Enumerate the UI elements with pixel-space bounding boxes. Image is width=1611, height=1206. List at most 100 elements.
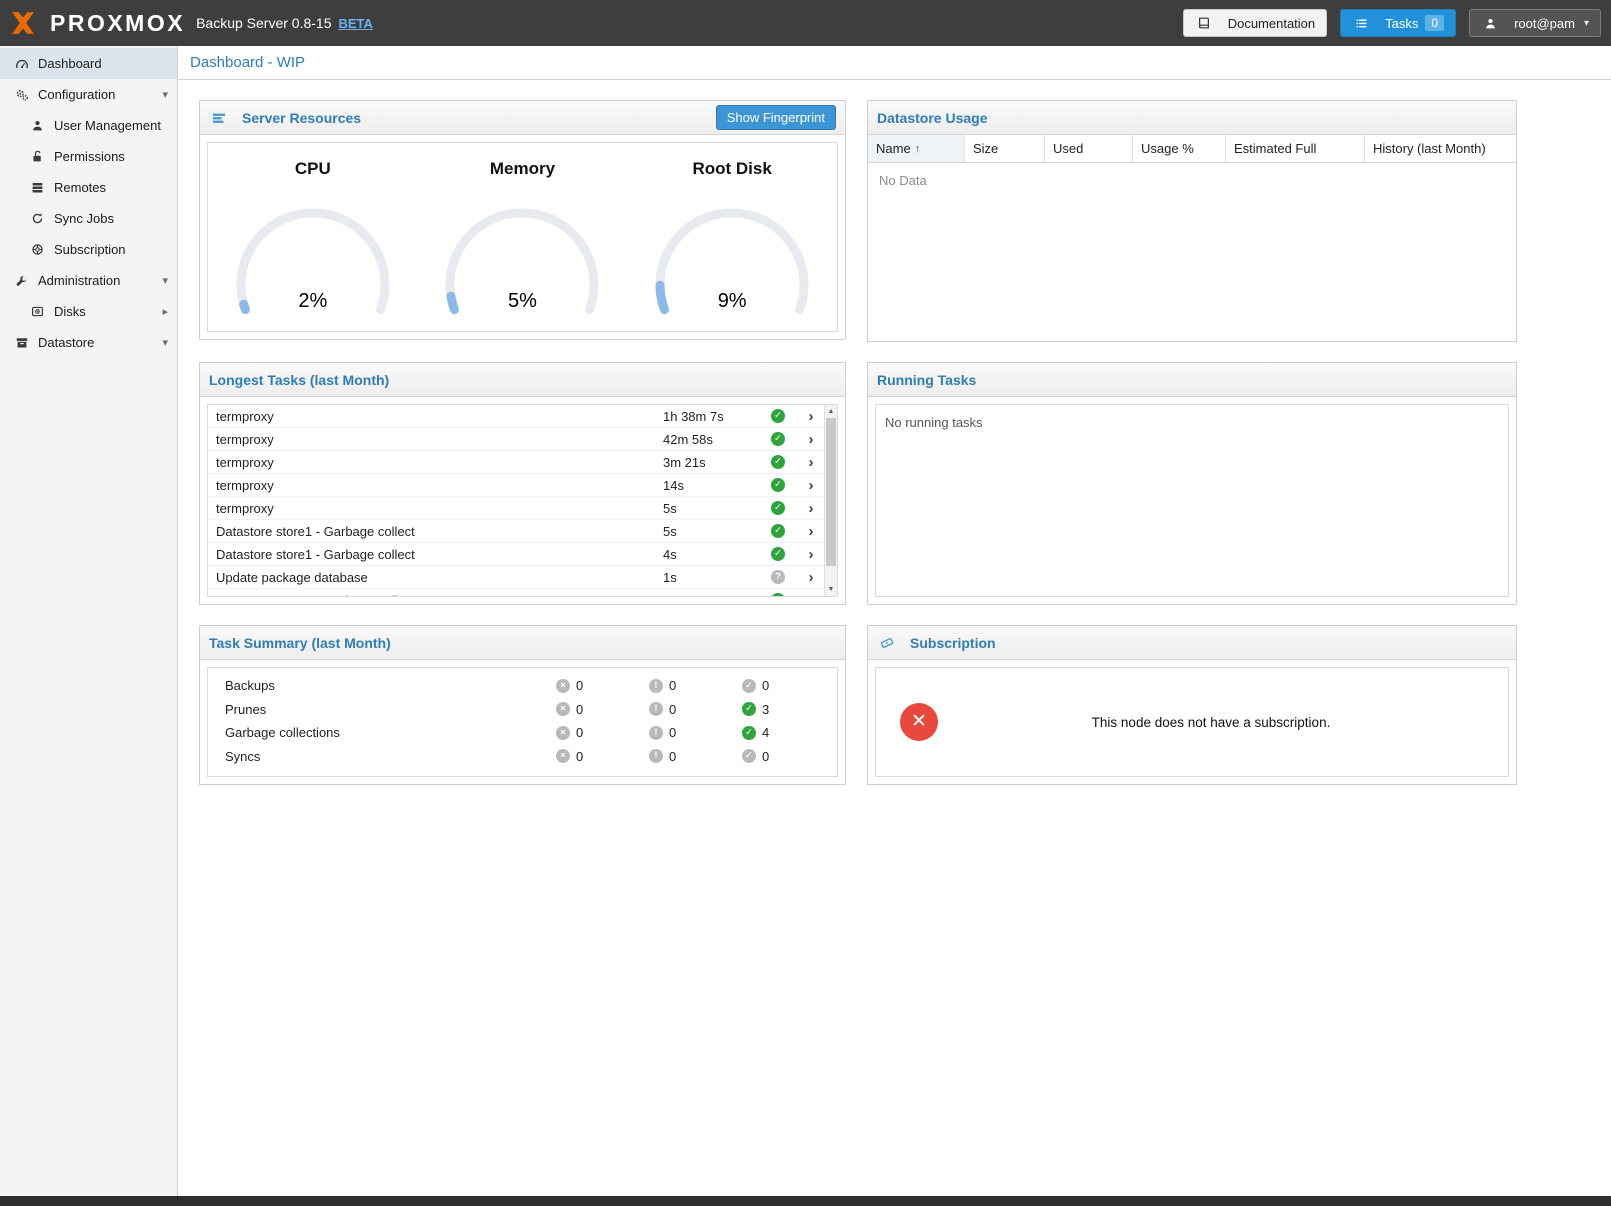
column-header-usage[interactable]: Usage % <box>1133 135 1226 162</box>
chevron-right-icon[interactable]: › <box>798 500 824 517</box>
task-summary-row[interactable]: Backups×0!0✓0 <box>208 674 837 698</box>
expander-caret-icon[interactable]: ▾ <box>162 274 168 287</box>
sidebar-item-disks[interactable]: Disks ▸ <box>0 296 177 327</box>
summary-label: Syncs <box>208 749 556 764</box>
summary-warnings: !0 <box>649 702 742 717</box>
server-icon <box>28 181 47 194</box>
memory-gauge-value: 5% <box>432 290 612 313</box>
chevron-right-icon[interactable]: › <box>798 454 824 471</box>
task-row[interactable]: termproxy1h 38m 7s✓› <box>208 405 824 428</box>
expander-caret-icon[interactable]: ▸ <box>162 305 168 318</box>
expander-caret-icon[interactable]: ▾ <box>162 336 168 349</box>
server-resources-icon <box>209 111 228 125</box>
server-resources-panel: Server Resources Show Fingerprint CPU <box>199 100 846 340</box>
datastore-usage-columns: Name ↑ Size Used Usage % Estimated Full … <box>868 135 1516 163</box>
scroll-up-icon[interactable]: ▲ <box>825 405 837 418</box>
topbar: PROXMOX Backup Server 0.8-15 BETA Docume… <box>0 0 1611 46</box>
cpu-gauge-label: CPU <box>215 159 410 179</box>
datastore-usage-header: Datastore Usage <box>868 101 1516 135</box>
no-subscription-icon: ✕ <box>900 703 938 741</box>
expander-caret-icon[interactable]: ▾ <box>162 88 168 101</box>
task-row[interactable]: Datastore store1 - Garbage collect1s✓› <box>208 589 824 597</box>
task-summary-row[interactable]: Prunes×0!0✓3 <box>208 698 837 722</box>
column-header-used[interactable]: Used <box>1045 135 1133 162</box>
task-row[interactable]: termproxy42m 58s✓› <box>208 428 824 451</box>
task-status-icon: ✓ <box>758 501 798 515</box>
tasks-button[interactable]: Tasks 0 <box>1340 9 1456 37</box>
longest-tasks-rows: termproxy1h 38m 7s✓›termproxy42m 58s✓›te… <box>208 405 824 597</box>
task-row[interactable]: termproxy14s✓› <box>208 474 824 497</box>
summary-ok: ✓0 <box>742 678 835 693</box>
user-menu-button[interactable]: root@pam ▾ <box>1469 9 1601 37</box>
product-name: Backup Server 0.8-15 <box>196 15 331 31</box>
show-fingerprint-button[interactable]: Show Fingerprint <box>716 105 836 130</box>
scrollbar[interactable]: ▲ ▼ <box>824 405 837 596</box>
subscription-title: Subscription <box>910 635 996 651</box>
running-tasks-panel: Running Tasks No running tasks <box>867 362 1517 605</box>
task-row[interactable]: Datastore store1 - Garbage collect4s✓› <box>208 543 824 566</box>
task-row[interactable]: Datastore store1 - Garbage collect5s✓› <box>208 520 824 543</box>
brand-name: PROXMOX <box>50 10 185 37</box>
chevron-right-icon[interactable]: › <box>798 523 824 540</box>
chevron-right-icon[interactable]: › <box>798 592 824 598</box>
task-duration: 5s <box>663 501 758 516</box>
tasks-count-badge: 0 <box>1425 15 1444 31</box>
running-tasks-title: Running Tasks <box>877 372 976 388</box>
sidebar-item-label: Disks <box>54 304 86 319</box>
memory-gauge-label: Memory <box>425 159 620 179</box>
chevron-down-icon: ▾ <box>1584 18 1589 29</box>
chevron-right-icon[interactable]: › <box>798 408 824 425</box>
task-summary-row[interactable]: Garbage collections×0!0✓4 <box>208 721 837 745</box>
sidebar-item-label: Dashboard <box>38 56 102 71</box>
sidebar-item-permissions[interactable]: Permissions <box>0 141 177 172</box>
chevron-right-icon[interactable]: › <box>798 477 824 494</box>
summary-ok: ✓0 <box>742 749 835 764</box>
unlock-icon <box>28 150 47 163</box>
summary-warnings: !0 <box>649 678 742 693</box>
subscription-header: Subscription <box>868 626 1516 660</box>
task-summary-rows: Backups×0!0✓0Prunes×0!0✓3Garbage collect… <box>208 668 837 768</box>
chevron-right-icon[interactable]: › <box>798 569 824 586</box>
sidebar-item-label: Subscription <box>54 242 126 257</box>
column-header-estimated-full[interactable]: Estimated Full <box>1226 135 1365 162</box>
running-tasks-empty: No running tasks <box>876 405 1508 440</box>
task-row[interactable]: termproxy3m 21s✓› <box>208 451 824 474</box>
column-header-history[interactable]: History (last Month) <box>1365 135 1516 162</box>
column-header-name[interactable]: Name ↑ <box>868 135 965 162</box>
task-row[interactable]: Update package database1s?› <box>208 566 824 589</box>
tachometer-icon <box>12 57 31 71</box>
column-header-size[interactable]: Size <box>965 135 1045 162</box>
sidebar-item-remotes[interactable]: Remotes <box>0 172 177 203</box>
error-circle-icon: × <box>556 726 570 740</box>
documentation-button[interactable]: Documentation <box>1183 9 1327 37</box>
summary-label: Backups <box>208 678 556 693</box>
summary-errors: ×0 <box>556 702 649 717</box>
task-summary-row[interactable]: Syncs×0!0✓0 <box>208 745 837 769</box>
datastore-usage-empty: No Data <box>868 163 1516 198</box>
chevron-right-icon[interactable]: › <box>798 546 824 563</box>
sidebar-item-dashboard[interactable]: Dashboard <box>0 48 177 79</box>
chevron-right-icon[interactable]: › <box>798 431 824 448</box>
task-row[interactable]: termproxy5s✓› <box>208 497 824 520</box>
scrollbar-thumb[interactable] <box>826 418 836 566</box>
sidebar-item-administration[interactable]: Administration ▾ <box>0 265 177 296</box>
ok-circle-icon: ✓ <box>742 702 756 716</box>
sidebar-item-datastore[interactable]: Datastore ▾ <box>0 327 177 358</box>
cpu-gauge-value: 2% <box>223 290 403 313</box>
sidebar-item-subscription[interactable]: Subscription <box>0 234 177 265</box>
task-summary-header: Task Summary (last Month) <box>200 626 845 660</box>
sidebar-item-configuration[interactable]: Configuration ▾ <box>0 79 177 110</box>
beta-link[interactable]: BETA <box>338 16 372 31</box>
error-circle-icon: × <box>556 702 570 716</box>
task-duration: 4s <box>663 547 758 562</box>
sidebar-item-label: Permissions <box>54 149 125 164</box>
ok-circle-icon: ✓ <box>742 679 756 693</box>
task-summary-title: Task Summary (last Month) <box>209 635 391 651</box>
proxmox-logo[interactable]: PROXMOX <box>10 10 185 37</box>
summary-label: Prunes <box>208 702 556 717</box>
sidebar-item-sync-jobs[interactable]: Sync Jobs <box>0 203 177 234</box>
task-duration: 42m 58s <box>663 432 758 447</box>
scroll-down-icon[interactable]: ▼ <box>825 583 837 596</box>
content-area: Dashboard - WIP Server Resources Show Fi… <box>178 46 1611 1196</box>
sidebar-item-user-management[interactable]: User Management <box>0 110 177 141</box>
